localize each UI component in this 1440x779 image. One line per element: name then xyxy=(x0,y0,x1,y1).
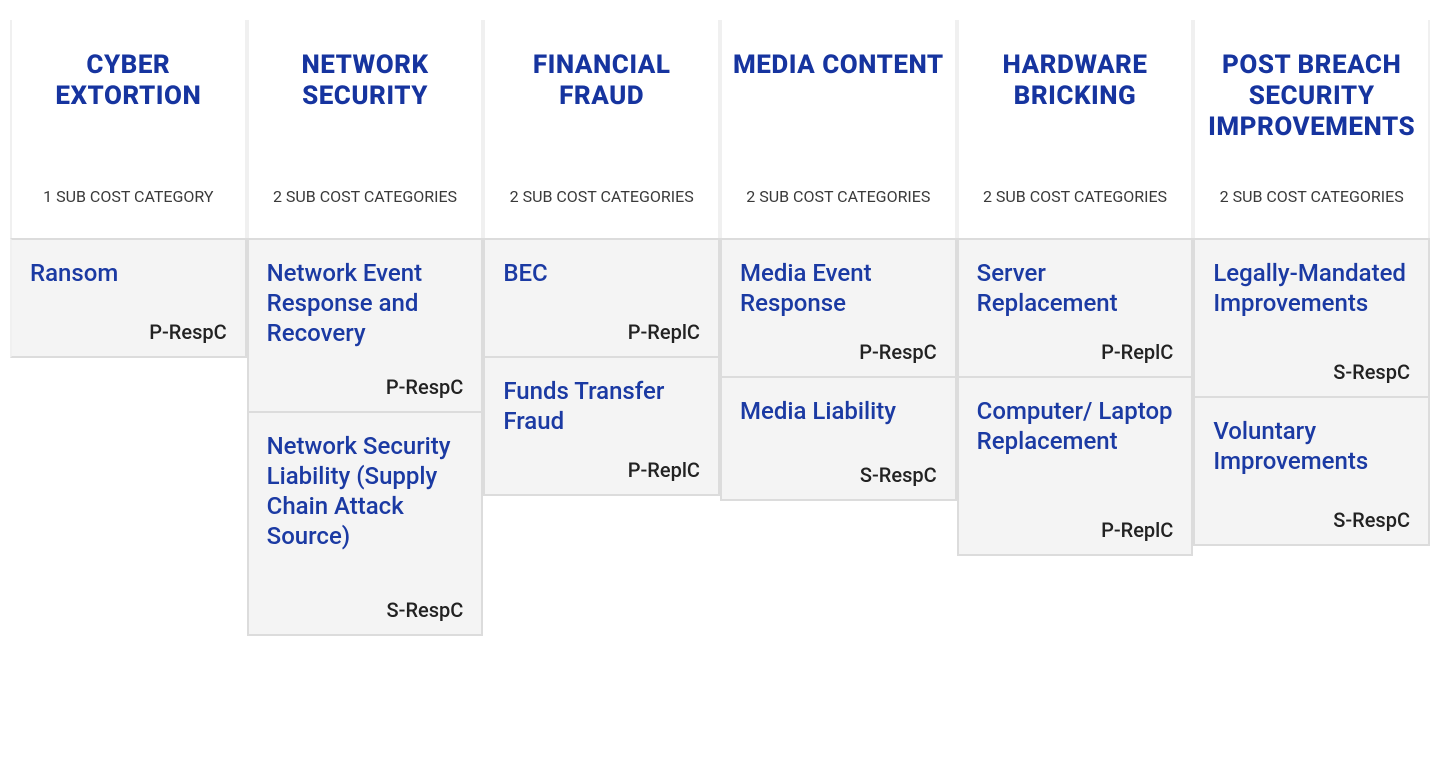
card-tag: S-RespC xyxy=(740,463,937,487)
column-subtitle: 2 SUB COST CATEGORIES xyxy=(259,187,472,218)
column-media-content: MEDIA CONTENT 2 SUB COST CATEGORIES Medi… xyxy=(720,20,957,636)
column-subtitle: 2 SUB COST CATEGORIES xyxy=(732,187,945,218)
card-tag: P-ReplC xyxy=(977,518,1174,542)
card-tag: P-ReplC xyxy=(503,458,700,482)
card-tag: P-RespC xyxy=(740,340,937,364)
column-subtitle: 2 SUB COST CATEGORIES xyxy=(495,187,708,218)
column-header: HARDWARE BRICKING 2 SUB COST CATEGORIES xyxy=(957,20,1194,240)
card-computer-laptop-replacement: Computer/ Laptop Replacement P-ReplC xyxy=(957,376,1194,556)
card-tag: S-RespC xyxy=(1213,360,1410,384)
card-title: Media Liability xyxy=(740,396,937,426)
column-financial-fraud: FINANCIAL FRAUD 2 SUB COST CATEGORIES BE… xyxy=(483,20,720,636)
column-subtitle: 2 SUB COST CATEGORIES xyxy=(1205,187,1418,218)
card-tag: P-ReplC xyxy=(977,340,1174,364)
column-post-breach-security-improvements: POST BREACH SECURITY IMPROVEMENTS 2 SUB … xyxy=(1193,20,1430,636)
column-header: MEDIA CONTENT 2 SUB COST CATEGORIES xyxy=(720,20,957,240)
card-funds-transfer-fraud: Funds Transfer Fraud P-ReplC xyxy=(483,356,720,496)
card-title: BEC xyxy=(503,258,700,288)
card-tag: P-ReplC xyxy=(503,320,700,344)
column-title: CYBER EXTORTION xyxy=(22,50,235,112)
column-network-security: NETWORK SECURITY 2 SUB COST CATEGORIES N… xyxy=(247,20,484,636)
card-title: Funds Transfer Fraud xyxy=(503,376,700,436)
card-voluntary-improvements: Voluntary Improvements S-RespC xyxy=(1193,396,1430,546)
column-title: NETWORK SECURITY xyxy=(259,50,472,112)
card-network-security-liability: Network Security Liability (Supply Chain… xyxy=(247,411,484,636)
card-server-replacement: Server Replacement P-ReplC xyxy=(957,238,1194,378)
column-header: NETWORK SECURITY 2 SUB COST CATEGORIES xyxy=(247,20,484,240)
card-title: Ransom xyxy=(30,258,227,288)
category-grid: CYBER EXTORTION 1 SUB COST CATEGORY Rans… xyxy=(10,20,1430,636)
card-tag: P-RespC xyxy=(30,320,227,344)
column-header: FINANCIAL FRAUD 2 SUB COST CATEGORIES xyxy=(483,20,720,240)
column-header: CYBER EXTORTION 1 SUB COST CATEGORY xyxy=(10,20,247,240)
column-header: POST BREACH SECURITY IMPROVEMENTS 2 SUB … xyxy=(1193,20,1430,240)
column-cyber-extortion: CYBER EXTORTION 1 SUB COST CATEGORY Rans… xyxy=(10,20,247,636)
card-bec: BEC P-ReplC xyxy=(483,238,720,358)
card-title: Server Replacement xyxy=(977,258,1174,318)
card-title: Voluntary Improvements xyxy=(1213,416,1410,476)
card-tag: S-RespC xyxy=(1213,508,1410,532)
column-subtitle: 2 SUB COST CATEGORIES xyxy=(969,187,1182,218)
card-tag: S-RespC xyxy=(267,598,464,622)
column-title: HARDWARE BRICKING xyxy=(969,50,1182,112)
column-title: FINANCIAL FRAUD xyxy=(495,50,708,112)
card-media-liability: Media Liability S-RespC xyxy=(720,376,957,501)
column-title: POST BREACH SECURITY IMPROVEMENTS xyxy=(1205,50,1418,144)
card-title: Media Event Response xyxy=(740,258,937,318)
card-media-event-response: Media Event Response P-RespC xyxy=(720,238,957,378)
card-title: Computer/ Laptop Replacement xyxy=(977,396,1174,456)
column-subtitle: 1 SUB COST CATEGORY xyxy=(22,187,235,218)
card-title: Network Security Liability (Supply Chain… xyxy=(267,431,464,551)
card-network-event-response: Network Event Response and Recovery P-Re… xyxy=(247,238,484,413)
column-hardware-bricking: HARDWARE BRICKING 2 SUB COST CATEGORIES … xyxy=(957,20,1194,636)
card-ransom: Ransom P-RespC xyxy=(10,238,247,358)
card-legally-mandated-improvements: Legally-Mandated Improvements S-RespC xyxy=(1193,238,1430,398)
card-tag: P-RespC xyxy=(267,375,464,399)
card-title: Network Event Response and Recovery xyxy=(267,258,464,348)
card-title: Legally-Mandated Improvements xyxy=(1213,258,1410,318)
column-title: MEDIA CONTENT xyxy=(732,50,945,81)
